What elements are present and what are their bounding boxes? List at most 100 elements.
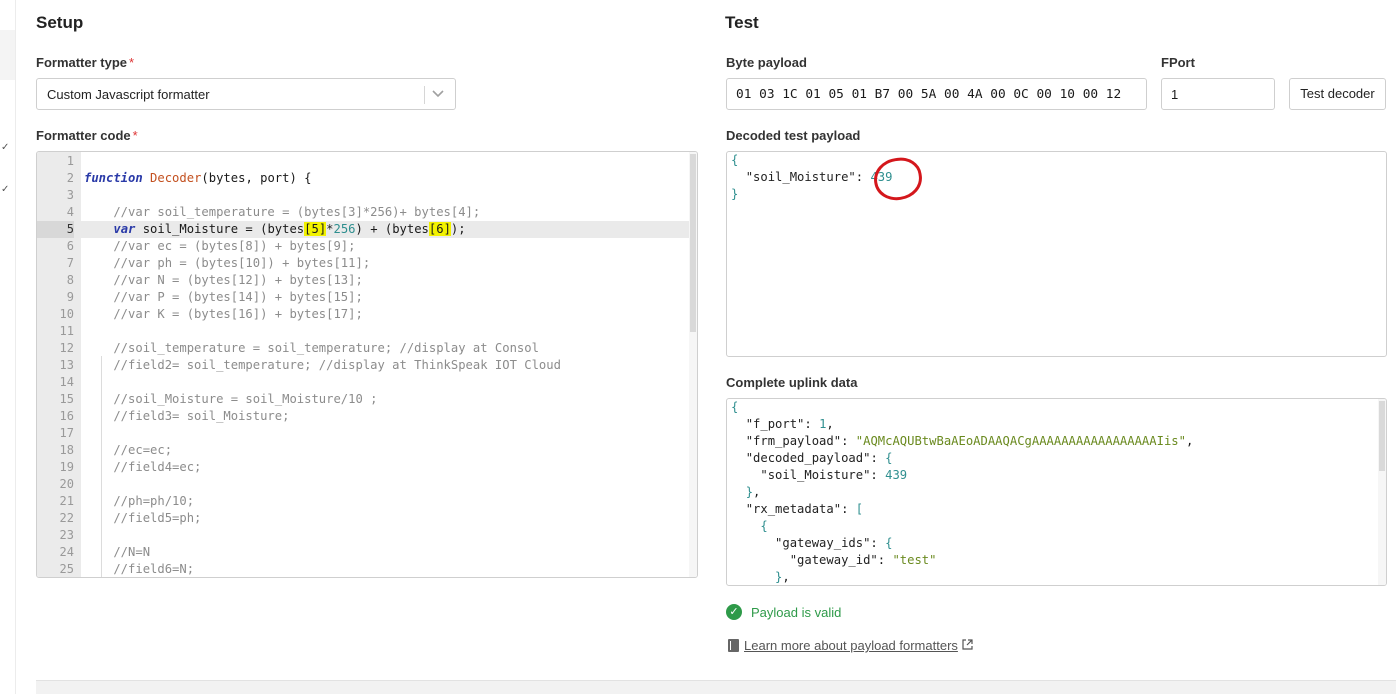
code-line[interactable]: 14: [37, 374, 691, 391]
byte-payload-input[interactable]: 01 03 1C 01 05 01 B7 00 5A 00 4A 00 0C 0…: [726, 78, 1147, 110]
code-line[interactable]: 8 //var N = (bytes[12]) + bytes[13];: [37, 272, 691, 289]
line-number: 12: [59, 341, 74, 355]
line-number: 2: [66, 171, 74, 185]
code-line[interactable]: 17: [37, 425, 691, 442]
code-lines[interactable]: 1 2 function Decoder(bytes, port) { 3 4 //va…: [37, 153, 691, 577]
code-line[interactable]: 24 //N=N: [37, 544, 691, 561]
uplink-scrollbar[interactable]: [1378, 399, 1386, 585]
uplink-data-box[interactable]: { "f_port": 1, "frm_payload": "AQMcAQUBt…: [726, 398, 1387, 586]
code-line[interactable]: 7 //var ph = (bytes[10]) + bytes[11];: [37, 255, 691, 272]
line-number: 17: [59, 426, 74, 440]
code-line[interactable]: 5 var soil_Moisture = (bytes[5]*256) + (…: [37, 221, 691, 238]
required-mark: *: [132, 128, 138, 143]
code-text: //soil_temperature = soil_temperature; /…: [84, 341, 539, 355]
test-title: Test: [725, 13, 759, 32]
line-number: 15: [59, 392, 74, 406]
line-number: 16: [59, 409, 74, 423]
learn-more-link[interactable]: Learn more about payload formatters: [744, 638, 958, 653]
rail-chevron-icon[interactable]: ✓: [1, 184, 9, 195]
code-line[interactable]: 20: [37, 476, 691, 493]
formatter-type-label: Formatter type *: [36, 55, 134, 70]
formatter-type-select[interactable]: Custom Javascript formatter: [36, 78, 456, 110]
fport-input[interactable]: 1: [1161, 78, 1275, 110]
formatter-type-value: Custom Javascript formatter: [47, 87, 210, 102]
learn-more: Learn more about payload formatters: [728, 638, 973, 653]
code-line[interactable]: 15 //soil_Moisture = soil_Moisture/10 ;: [37, 391, 691, 408]
code-line[interactable]: 2 function Decoder(bytes, port) {: [37, 170, 691, 187]
code-line[interactable]: 16 //field3= soil_Moisture;: [37, 408, 691, 425]
complete-uplink-label: Complete uplink data: [726, 375, 858, 390]
decoded-payload-box[interactable]: { "soil_Moisture": 439 }: [726, 151, 1387, 357]
rail-active-block: [0, 30, 15, 80]
code-line[interactable]: 4 //var soil_temperature = (bytes[3]*256…: [37, 204, 691, 221]
line-number: 3: [66, 188, 74, 202]
uplink-json: { "f_port": 1, "frm_payload": "AQMcAQUBt…: [731, 400, 1194, 584]
code-line[interactable]: 9 //var P = (bytes[14]) + bytes[15];: [37, 289, 691, 306]
line-number: 4: [66, 205, 74, 219]
code-text: //field4=ec;: [84, 460, 202, 474]
line-number: 14: [59, 375, 74, 389]
decoded-key: "soil_Moisture": [745, 170, 856, 184]
code-line[interactable]: 25 //field6=N;: [37, 561, 691, 577]
select-separator: [424, 86, 425, 104]
formatter-type-label-text: Formatter type: [36, 55, 128, 70]
code-line[interactable]: 13 //field2= soil_temperature; //display…: [37, 357, 691, 374]
line-number: 20: [59, 477, 74, 491]
scrollbar-thumb[interactable]: [1379, 401, 1385, 471]
code-text: //soil_Moisture = soil_Moisture/10 ;: [84, 392, 378, 406]
brace-close: }: [731, 187, 739, 201]
line-number: 8: [66, 273, 74, 287]
line-number: 23: [59, 528, 74, 542]
line-number: 10: [59, 307, 74, 321]
formatter-code-label: Formatter code *: [36, 128, 138, 143]
validation-status: ✓ Payload is valid: [726, 604, 841, 620]
editor-scrollbar[interactable]: [689, 152, 697, 577]
line-number: 13: [59, 358, 74, 372]
code-line[interactable]: 1: [37, 153, 691, 170]
code-text: function Decoder(bytes, port) {: [84, 171, 312, 185]
code-text: //var soil_temperature = (bytes[3]*256)+…: [84, 205, 481, 219]
line-number: 24: [59, 545, 74, 559]
code-line[interactable]: 6 //var ec = (bytes[8]) + bytes[9];: [37, 238, 691, 255]
byte-payload-label: Byte payload: [726, 55, 807, 70]
external-link-icon[interactable]: [962, 638, 973, 653]
code-line[interactable]: 3: [37, 187, 691, 204]
code-editor[interactable]: 1 2 function Decoder(bytes, port) { 3 4 //va…: [36, 151, 698, 578]
line-number: 18: [59, 443, 74, 457]
scrollbar-thumb[interactable]: [690, 154, 696, 332]
code-line[interactable]: 22 //field5=ph;: [37, 510, 691, 527]
code-text: //var N = (bytes[12]) + bytes[13];: [84, 273, 363, 287]
code-text: //field6=N;: [84, 562, 195, 576]
code-line[interactable]: 21 //ph=ph/10;: [37, 493, 691, 510]
code-text: //var K = (bytes[16]) + bytes[17];: [84, 307, 363, 321]
formatter-code-label-text: Formatter code: [36, 128, 131, 143]
code-line[interactable]: 11: [37, 323, 691, 340]
code-line[interactable]: 10 //var K = (bytes[16]) + bytes[17];: [37, 306, 691, 323]
line-number: 5: [37, 221, 74, 238]
code-text: var soil_Moisture = (bytes[5]*256) + (by…: [113, 222, 466, 236]
code-line[interactable]: 23: [37, 527, 691, 544]
book-icon: [728, 639, 739, 652]
line-number: 6: [66, 239, 74, 253]
line-number: 25: [59, 562, 74, 576]
code-text: //field5=ph;: [84, 511, 202, 525]
code-text: //field2= soil_temperature; //display at…: [84, 358, 561, 372]
line-number: 21: [59, 494, 74, 508]
code-text: //var ph = (bytes[10]) + bytes[11];: [84, 256, 371, 270]
code-line[interactable]: 12 //soil_temperature = soil_temperature…: [37, 340, 691, 357]
setup-title: Setup: [36, 13, 84, 32]
status-text: Payload is valid: [751, 604, 842, 620]
line-number: 19: [59, 460, 74, 474]
test-decoder-button[interactable]: Test decoder: [1289, 78, 1386, 110]
code-line[interactable]: 18 //ec=ec;: [37, 442, 691, 459]
line-number: 11: [59, 324, 74, 338]
required-mark: *: [129, 55, 135, 70]
decoded-test-payload-label: Decoded test payload: [726, 128, 861, 143]
line-number: 9: [66, 290, 74, 304]
code-line[interactable]: 19 //field4=ec;: [37, 459, 691, 476]
code-text: //ph=ph/10;: [84, 494, 195, 508]
chevron-down-icon[interactable]: [431, 84, 447, 102]
code-text: //var P = (bytes[14]) + bytes[15];: [84, 290, 363, 304]
footer-bar: [36, 680, 1396, 694]
rail-chevron-icon[interactable]: ✓: [1, 142, 9, 153]
